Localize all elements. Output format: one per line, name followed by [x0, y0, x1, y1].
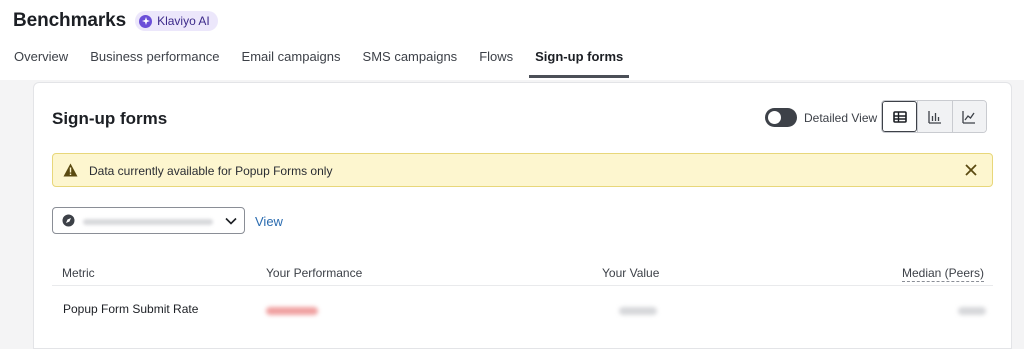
tab-business-performance[interactable]: Business performance	[90, 46, 219, 78]
view-link[interactable]: View	[255, 214, 283, 229]
table-view-button[interactable]	[882, 101, 918, 132]
table-icon	[892, 110, 907, 123]
line-chart-view-button[interactable]	[951, 101, 986, 132]
form-select-dropdown[interactable]	[52, 207, 245, 234]
chevron-down-icon	[225, 217, 237, 225]
bar-chart-icon	[928, 110, 941, 124]
close-icon[interactable]	[964, 163, 978, 177]
view-mode-group	[881, 100, 987, 133]
header-your-performance: Your Performance	[266, 266, 363, 280]
header-your-value: Your Value	[602, 266, 660, 280]
sign-up-forms-card: Sign-up forms Detailed View Data current…	[33, 82, 1012, 349]
alert-message: Data currently available for Popup Forms…	[89, 164, 333, 178]
table-header: Metric Your Performance Your Value Media…	[52, 255, 993, 286]
redacted-median-cell	[958, 307, 986, 315]
header-median-peers[interactable]: Median (Peers)	[901, 266, 984, 282]
header-metric: Metric	[62, 266, 95, 280]
page-header: Benchmarks Klaviyo AI Overview Business …	[0, 0, 1024, 80]
detailed-view-toggle[interactable]	[765, 108, 797, 127]
detailed-view-label: Detailed View	[804, 111, 878, 125]
table-row: Popup Form Submit Rate	[52, 286, 993, 330]
globe-icon	[62, 214, 75, 227]
bar-chart-view-button[interactable]	[917, 101, 952, 132]
klaviyo-ai-badge[interactable]: Klaviyo AI	[135, 11, 218, 31]
sparkle-icon	[139, 14, 153, 28]
tab-sms-campaigns[interactable]: SMS campaigns	[363, 46, 458, 78]
row-metric: Popup Form Submit Rate	[63, 302, 199, 316]
toggle-knob	[768, 111, 781, 124]
ai-badge-label: Klaviyo AI	[157, 14, 210, 28]
card-title: Sign-up forms	[52, 109, 168, 128]
tab-sign-up-forms[interactable]: Sign-up forms	[529, 46, 630, 78]
tab-bar: Overview Business performance Email camp…	[14, 46, 651, 80]
title-row: Benchmarks Klaviyo AI	[13, 10, 218, 32]
redacted-value-cell	[619, 307, 657, 315]
redacted-value	[83, 219, 213, 225]
popup-forms-alert: Data currently available for Popup Forms…	[52, 153, 993, 187]
tab-email-campaigns[interactable]: Email campaigns	[242, 46, 341, 78]
page-title: Benchmarks	[13, 10, 127, 31]
warning-icon	[63, 163, 78, 177]
tab-overview[interactable]: Overview	[14, 46, 68, 78]
benchmark-table: Metric Your Performance Your Value Media…	[52, 255, 993, 330]
redacted-performance	[266, 307, 318, 315]
line-chart-icon	[962, 110, 976, 124]
tab-flows[interactable]: Flows	[479, 46, 513, 78]
